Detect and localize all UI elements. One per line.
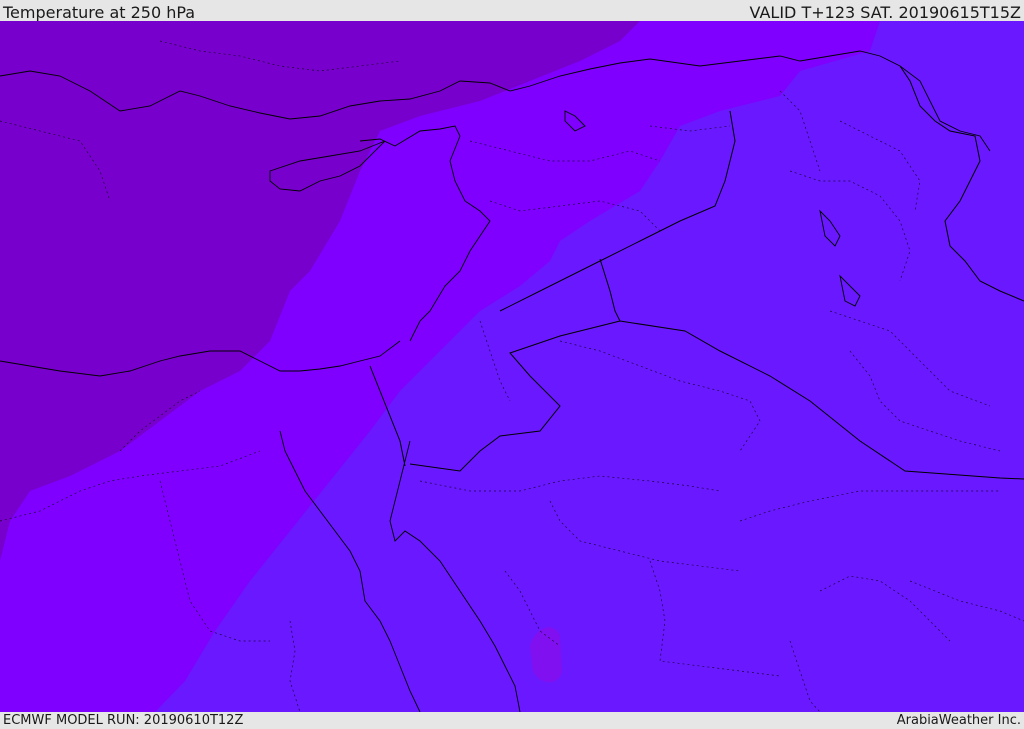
footer-bar: ECMWF MODEL RUN: 20190610T12Z ArabiaWeat… [0,712,1024,729]
credit-label: ArabiaWeather Inc. [896,713,1021,728]
header-bar: Temperature at 250 hPa VALID T+123 SAT. … [0,0,1024,22]
warm-patch [530,627,562,683]
valid-time-label: VALID T+123 SAT. 20190615T15Z [749,3,1021,22]
model-run-label: ECMWF MODEL RUN: 20190610T12Z [3,713,244,728]
temperature-map [0,21,1024,712]
map-title: Temperature at 250 hPa [3,3,196,22]
